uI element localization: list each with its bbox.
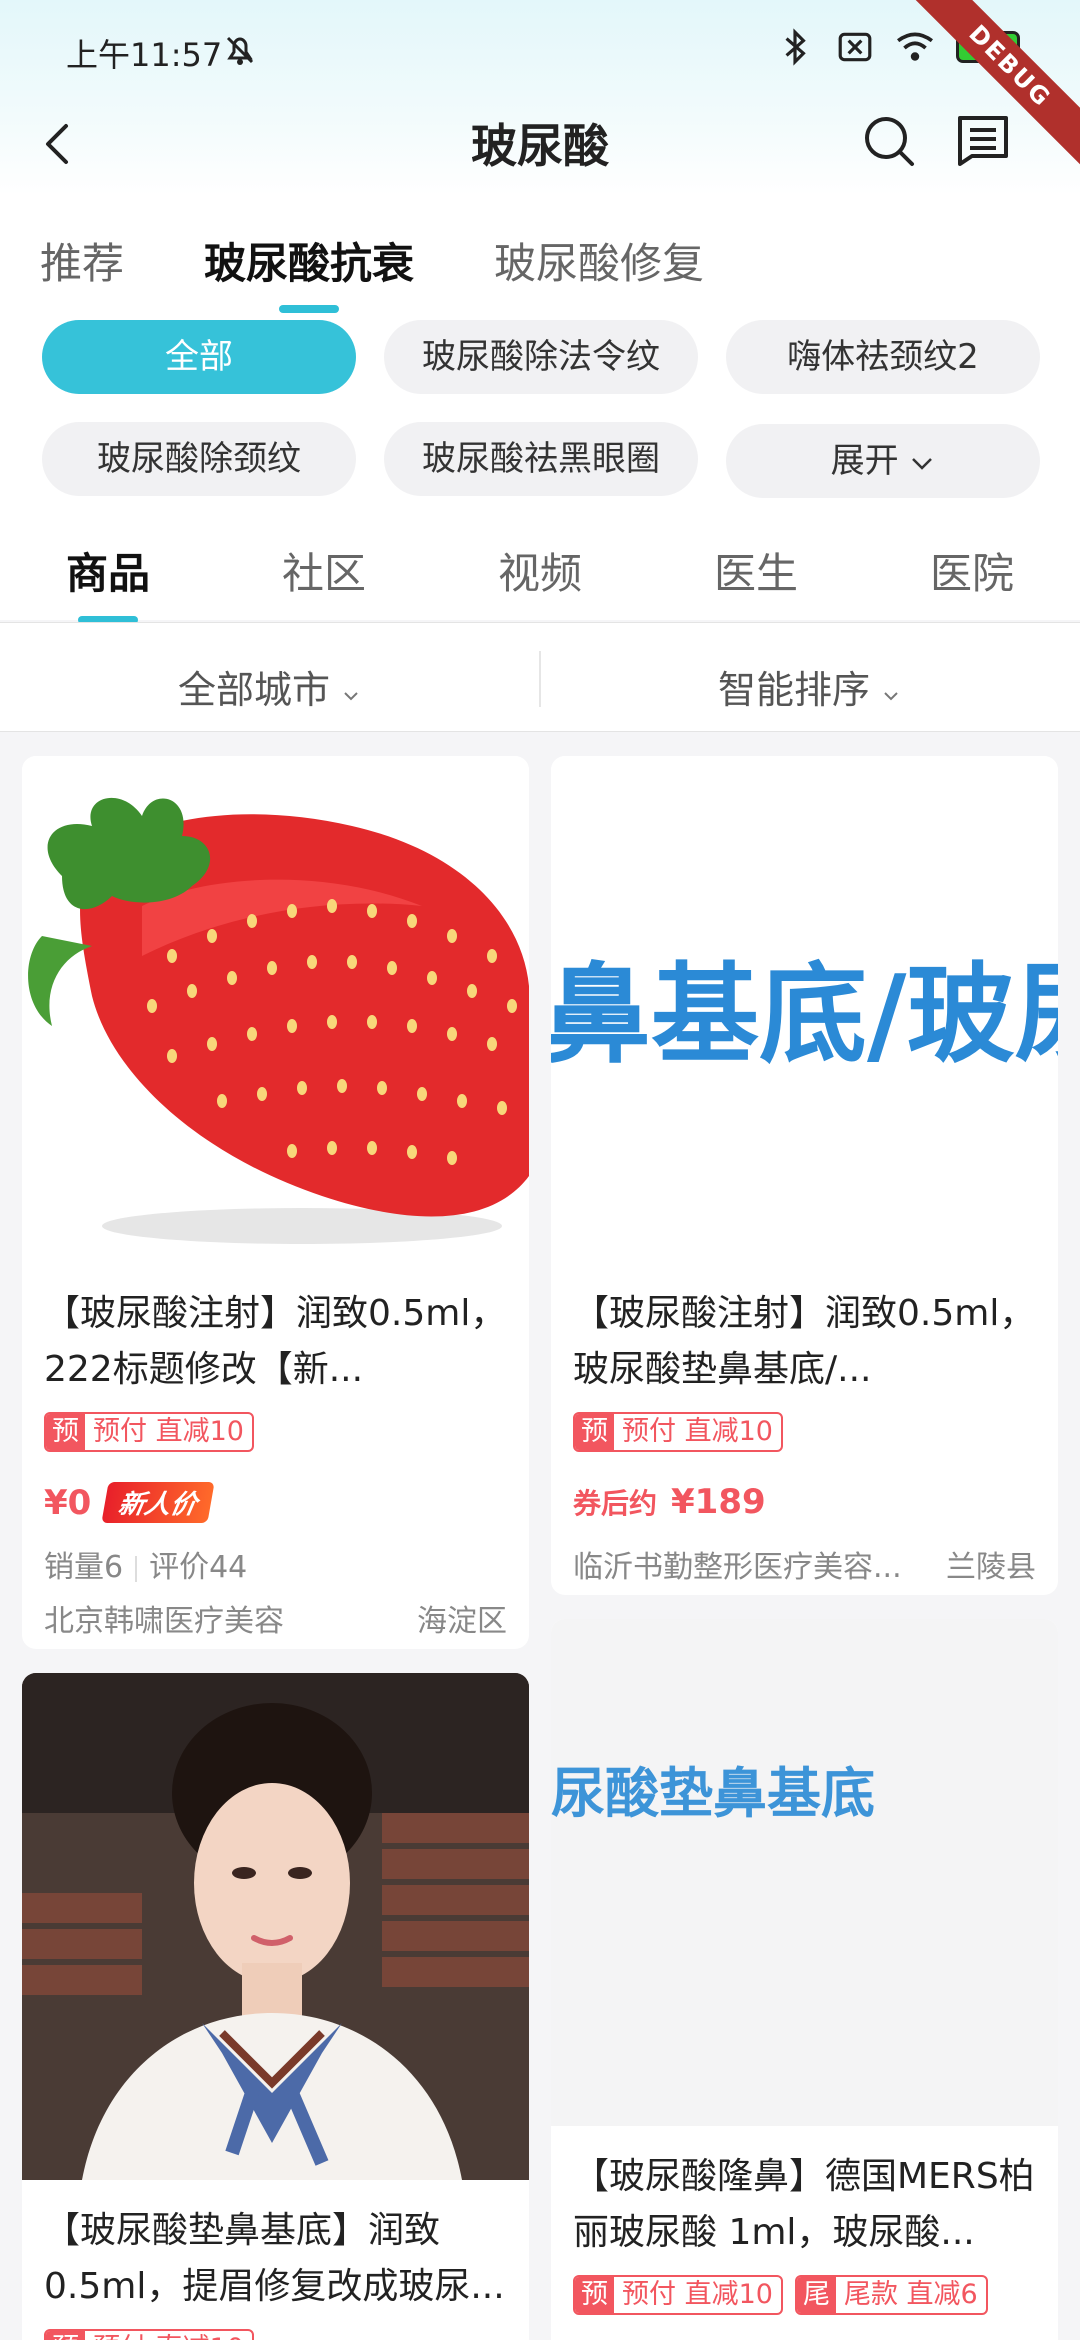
active-tab-indicator — [279, 305, 340, 313]
chip-nasolabial[interactable]: 玻尿酸除法令纹 — [384, 320, 698, 394]
price: ¥189 — [671, 1482, 766, 1522]
sort-filter[interactable]: 智能排序 — [718, 659, 900, 714]
product-image-banner: 尿酸垫鼻基底 — [551, 1619, 1058, 2126]
chevron-down-icon — [884, 692, 898, 701]
product-image-banner: 鼻基底/玻尿 — [551, 756, 1058, 1263]
product-image-strawberry — [22, 756, 529, 1263]
product-title: 【玻尿酸垫鼻基底】润致0.5ml，提眉修复改成玻尿... — [44, 2210, 505, 2307]
chip-neck-line[interactable]: 玻尿酸除颈纹 — [42, 422, 356, 496]
product-card[interactable]: 【玻尿酸垫鼻基底】润致0.5ml，提眉修复改成玻尿... 预 预付 直减10 — [22, 1673, 529, 2340]
category-tabs: 推荐 玻尿酸抗衰 玻尿酸修复 — [40, 230, 784, 313]
hospital-name: 北京韩啸医疗美容 — [44, 1604, 284, 1639]
hospital-name: 临沂书勤整形医疗美容... — [573, 1550, 902, 1585]
price-row: 券后约 ¥189 — [573, 1482, 766, 1522]
chevron-down-icon — [344, 692, 358, 701]
product-title: 【玻尿酸注射】润致0.5ml，玻尿酸垫鼻基底/... — [573, 1293, 1036, 1390]
wifi-icon — [897, 32, 933, 61]
hospital-row: 北京韩啸医疗美容 海淀区 — [44, 1596, 507, 1640]
tab-recommend[interactable]: 推荐 — [40, 230, 124, 291]
filter-divider — [539, 651, 541, 707]
tab-videos[interactable]: 视频 — [480, 540, 600, 601]
sales-reviews: 销量6 评价44 — [44, 1550, 248, 1585]
search-icon[interactable] — [862, 114, 918, 170]
page-title: 玻尿酸 — [471, 119, 609, 173]
district: 海淀区 — [417, 1604, 507, 1639]
prepay-tag: 预 预付 直减10 — [573, 1412, 783, 1452]
product-title: 【玻尿酸隆鼻】德国MERS柏丽玻尿酸 1ml，玻尿酸... — [573, 2156, 1035, 2253]
final-payment-tag: 尾 尾款 直减6 — [794, 2275, 988, 2315]
status-bar: 上午11:57 100 DEBUG — [0, 0, 1080, 180]
sim-off-icon — [838, 32, 872, 62]
tab-hyaluronic-anti-aging[interactable]: 玻尿酸抗衰 — [204, 230, 414, 313]
product-card[interactable]: 尿酸垫鼻基底 【玻尿酸隆鼻】德国MERS柏丽玻尿酸 1ml，玻尿酸... 预 预… — [551, 1619, 1058, 2340]
mute-bell-icon — [226, 36, 254, 65]
hospital-row: 临沂书勤整形医疗美容... 兰陵县 — [573, 1542, 1036, 1586]
tab-hyaluronic-repair[interactable]: 玻尿酸修复 — [494, 230, 704, 291]
new-user-price-badge: 新人价 — [101, 1482, 215, 1523]
promo-tags: 预 预付 直减10 — [44, 1412, 254, 1452]
city-filter[interactable]: 全部城市 — [178, 659, 360, 714]
product-card[interactable]: 鼻基底/玻尿 【玻尿酸注射】润致0.5ml，玻尿酸垫鼻基底/... 预 预付 直… — [551, 756, 1058, 1595]
message-icon[interactable] — [954, 112, 1012, 172]
chip-all[interactable]: 全部 — [42, 320, 356, 394]
promo-tags: 预 预付 直减10 — [573, 1412, 783, 1452]
header: 上午11:57 100 DEBUG — [0, 0, 1080, 195]
promo-tags: 预 预付 直减10 尾 尾款 直减6 — [573, 2275, 988, 2315]
navbar: 玻尿酸 — [0, 100, 1080, 195]
prepay-tag: 预 预付 直减10 — [573, 2275, 783, 2315]
product-title: 【玻尿酸注射】润致0.5ml，222标题修改【新... — [44, 1293, 507, 1390]
content-tabs: 商品 社区 视频 医生 医院 — [0, 540, 1080, 624]
product-image-portrait — [22, 1673, 529, 2180]
tab-hospitals[interactable]: 医院 — [912, 540, 1032, 601]
chip-expand[interactable]: 展开 — [726, 424, 1040, 498]
tab-doctors[interactable]: 医生 — [696, 540, 816, 601]
price-row: ¥0 新人价 — [44, 1482, 215, 1523]
filter-panel: 推荐 玻尿酸抗衰 玻尿酸修复 全部 玻尿酸除法令纹 嗨体祛颈纹2 玻尿酸除颈纹 … — [0, 195, 1080, 624]
product-card[interactable]: 【玻尿酸注射】润致0.5ml，222标题修改【新... 预 预付 直减10 ¥0… — [22, 756, 529, 1649]
chip-dark-circles[interactable]: 玻尿酸祛黑眼圈 — [384, 422, 698, 496]
district: 兰陵县 — [946, 1550, 1036, 1585]
bluetooth-icon — [785, 28, 806, 66]
price-prefix: 券后约 — [573, 1487, 658, 1520]
status-time: 上午11:57 — [66, 36, 223, 74]
prepay-tag: 预 预付 直减10 — [44, 1412, 254, 1452]
chip-neck-line-2[interactable]: 嗨体祛颈纹2 — [726, 320, 1040, 394]
prepay-tag: 预 预付 直减10 — [44, 2329, 254, 2340]
price: ¥0 — [44, 1482, 92, 1523]
tab-products[interactable]: 商品 — [48, 540, 168, 624]
tab-community[interactable]: 社区 — [264, 540, 384, 601]
chevron-down-icon — [912, 457, 933, 470]
filter-bar: 全部城市 智能排序 — [0, 622, 1080, 732]
promo-tags: 预 预付 直减10 — [44, 2329, 254, 2340]
